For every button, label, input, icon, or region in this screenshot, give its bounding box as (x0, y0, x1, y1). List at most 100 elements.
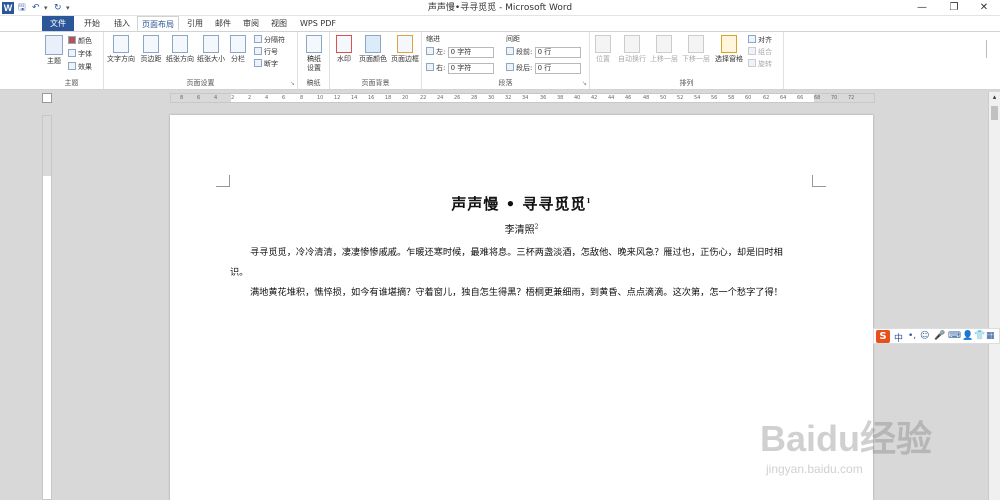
restore-button[interactable]: ❐ (940, 0, 968, 16)
watermark-brand: Baidu经验 (760, 418, 933, 459)
ruler-tick-label: 70 (831, 95, 838, 101)
tab-home[interactable]: 开始 (78, 16, 106, 31)
position-button[interactable]: 位置 (591, 35, 615, 64)
bring-forward-button[interactable]: 上移一层 (649, 35, 679, 64)
sogou-logo-icon[interactable]: S (876, 330, 890, 343)
margins-icon (143, 35, 159, 53)
ruler-tick-label: 58 (728, 95, 735, 101)
draft-paper-button[interactable]: 稿纸设置 (299, 35, 329, 73)
spacing-before-input[interactable]: 0 行 (534, 47, 581, 58)
paragraph-launcher-icon[interactable]: ↘ (582, 80, 587, 87)
theme-colors-button[interactable]: 颜色 (68, 36, 92, 46)
align-button[interactable]: 对齐 (748, 35, 772, 45)
author-footnote-ref[interactable]: 2 (535, 224, 539, 231)
arrange-group-label: 排列 (679, 79, 694, 87)
breaks-button[interactable]: 分隔符 (254, 35, 285, 45)
tab-review[interactable]: 审阅 (238, 16, 264, 31)
line-numbers-button[interactable]: 行号 (254, 47, 278, 57)
page-color-button[interactable]: 页面颜色 (358, 35, 388, 64)
group-button[interactable]: 组合 (748, 47, 772, 57)
ruler-tick-label: 6 (282, 95, 286, 101)
draft-paper-group: 稿纸设置 稿纸 (298, 32, 330, 89)
indent-left-icon (426, 47, 434, 55)
text-direction-icon (113, 35, 129, 53)
vertical-ruler[interactable] (42, 115, 52, 500)
paragraph-1[interactable]: 寻寻觅觅，冷冷清清，凄凄惨惨戚戚。乍暖还寒时候，最难将息。三杯两盏淡酒，怎敌他、… (230, 243, 786, 283)
scrollbar-thumb[interactable] (991, 106, 998, 120)
breaks-icon (254, 35, 262, 43)
ruler-tick-label: 18 (385, 95, 392, 101)
rotate-icon (748, 59, 756, 67)
tab-file[interactable]: 文件 (42, 16, 74, 31)
watermark-button[interactable]: 水印 (331, 35, 357, 64)
page-setup-launcher-icon[interactable]: ↘ (290, 80, 295, 87)
indent-left-input[interactable]: 0 字符 (447, 47, 494, 58)
ime-toolbar: S 中 •, ☺ 🎤 ⌨ 👤 👕 ▦ (873, 328, 1000, 344)
margin-corner-top-left (216, 175, 230, 187)
title-bar: W 🖫 ↶ ▾ ↻ ▾ 声声慢•寻寻觅觅 - Microsoft Word — … (0, 0, 1000, 16)
tab-wps-pdf[interactable]: WPS PDF (296, 16, 340, 31)
voice-icon[interactable]: 🎤 (934, 331, 945, 341)
baidu-jingyan-watermark: Baidu经验 jingyan.baidu.com (760, 410, 990, 490)
indent-right-icon (426, 63, 434, 71)
themes-icon (45, 35, 63, 55)
tab-mailings[interactable]: 邮件 (210, 16, 236, 31)
document-title[interactable]: 声声慢 • 寻寻觅觅1 (170, 193, 873, 214)
ruler-tick-label: 46 (625, 95, 632, 101)
themes-button[interactable]: 主题 (41, 35, 67, 66)
ruler-tick-label: 68 (814, 95, 821, 101)
scroll-up-icon[interactable]: ▴ (990, 93, 999, 102)
skin-icon[interactable]: 👕 (974, 331, 985, 341)
selection-pane-button[interactable]: 选择窗格 (713, 35, 745, 64)
selection-pane-icon (721, 35, 737, 53)
indent-right-input[interactable]: 0 字符 (447, 63, 494, 74)
ruler-tick-label: 8 (180, 95, 184, 101)
toolbox-icon[interactable]: ▦ (986, 331, 995, 341)
text-direction-button[interactable]: 文字方向 (106, 35, 136, 64)
tab-page-layout[interactable]: 页面布局 (137, 16, 179, 31)
theme-fonts-button[interactable]: 字体 (68, 49, 92, 59)
minimize-button[interactable]: — (908, 0, 936, 16)
punctuation-icon[interactable]: •, (908, 331, 916, 341)
send-backward-button[interactable]: 下移一层 (681, 35, 711, 64)
ribbon: 主题 颜色 字体 效果 主题 文字方向 页边距 纸张方向 纸张大小 分栏 分隔符… (0, 31, 1000, 90)
ribbon-collapse-handle[interactable] (986, 40, 990, 58)
size-button[interactable]: 纸张大小 (196, 35, 226, 64)
keyboard-icon[interactable]: ⌨ (948, 331, 961, 341)
title-footnote-ref[interactable]: 1 (586, 198, 591, 205)
wrap-text-button[interactable]: 自动换行 (617, 35, 647, 64)
wrap-text-icon (624, 35, 640, 53)
document-author[interactable]: 李清照2 (170, 221, 873, 236)
ruler-tick-label: 2 (248, 95, 252, 101)
horizontal-ruler[interactable]: 8 6 4 2 2 4 6 8 10 12 14 16 18 20 22 24 26 28 30 32 34 36 38 40… (170, 93, 875, 103)
theme-effects-button[interactable]: 效果 (68, 62, 92, 72)
columns-button[interactable]: 分栏 (226, 35, 250, 64)
margins-button[interactable]: 页边距 (136, 35, 166, 64)
page-color-icon (365, 35, 381, 53)
rotate-button[interactable]: 旋转 (748, 59, 772, 69)
arrange-group: 位置 自动换行 上移一层 下移一层 选择窗格 对齐 组合 旋转 排列 (590, 32, 784, 89)
ruler-tick-label: 12 (334, 95, 341, 101)
bring-forward-icon (656, 35, 672, 53)
paragraph-2[interactable]: 满地黄花堆积，憔悴损，如今有谁堪摘？守着窗儿，独自怎生得黑？梧桐更兼细雨，到黄昏… (230, 283, 786, 303)
ruler-tick-label: 6 (197, 95, 201, 101)
ruler-tick-label: 38 (557, 95, 564, 101)
orientation-button[interactable]: 纸张方向 (165, 35, 195, 64)
tab-insert[interactable]: 插入 (108, 16, 136, 31)
hyphenation-button[interactable]: 断字 (254, 59, 278, 69)
ruler-tick-label: 52 (677, 95, 684, 101)
tab-view[interactable]: 视图 (266, 16, 292, 31)
ruler-tick-label: 26 (454, 95, 461, 101)
ime-mode-toggle[interactable]: 中 (894, 331, 903, 344)
ruler-tick-label: 22 (420, 95, 427, 101)
close-button[interactable]: ✕ (970, 0, 998, 16)
tab-selector-icon[interactable] (42, 93, 52, 103)
watermark-icon (336, 35, 352, 53)
user-icon[interactable]: 👤 (962, 331, 973, 341)
ruler-tick-label: 20 (402, 95, 409, 101)
spacing-after-input[interactable]: 0 行 (534, 63, 581, 74)
ruler-tick-label: 34 (522, 95, 529, 101)
page-borders-button[interactable]: 页面边框 (390, 35, 420, 64)
emoji-icon[interactable]: ☺ (920, 331, 929, 341)
tab-references[interactable]: 引用 (182, 16, 208, 31)
